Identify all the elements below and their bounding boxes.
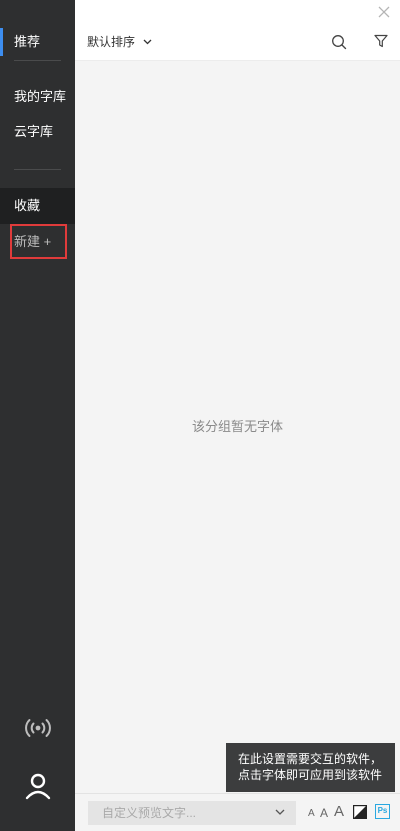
- filter-icon[interactable]: [374, 34, 388, 48]
- sort-dropdown[interactable]: 默认排序: [87, 32, 152, 52]
- new-group-button[interactable]: 新建 +: [12, 226, 65, 257]
- tooltip-line-1: 在此设置需要交互的软件，: [238, 752, 383, 766]
- sidebar-divider: [14, 60, 61, 61]
- photoshop-app-icon[interactable]: Ps: [375, 804, 390, 819]
- font-list-area: 该分组暂无字体: [75, 61, 400, 793]
- sidebar-item-cloud-fonts[interactable]: 云字库: [0, 114, 75, 150]
- font-size-small-button[interactable]: A: [308, 809, 315, 819]
- broadcast-icon[interactable]: [22, 712, 54, 744]
- chevron-down-icon: [143, 39, 152, 45]
- contrast-icon[interactable]: [353, 805, 368, 820]
- search-icon[interactable]: [331, 34, 347, 50]
- close-icon[interactable]: [377, 5, 391, 19]
- top-bar: 默认排序: [75, 0, 400, 61]
- bottom-bar: A A A Ps: [75, 793, 400, 831]
- sidebar-divider: [14, 169, 61, 170]
- sidebar: 推荐 我的字库 云字库 收藏 新建 +: [0, 0, 75, 831]
- new-group-highlight: 新建 +: [10, 224, 67, 259]
- font-size-medium-button[interactable]: A: [320, 807, 328, 819]
- software-tooltip: 在此设置需要交互的软件， 点击字体即可应用到该软件: [226, 743, 395, 792]
- sort-label: 默认排序: [87, 35, 136, 49]
- tooltip-line-2: 点击字体即可应用到该软件: [238, 768, 383, 782]
- preview-text-input[interactable]: [88, 801, 296, 825]
- font-size-large-button[interactable]: A: [334, 804, 344, 819]
- user-icon[interactable]: [22, 770, 54, 802]
- sidebar-item-favorites[interactable]: 收藏: [0, 188, 75, 224]
- empty-state-text: 该分组暂无字体: [191, 419, 283, 434]
- sidebar-item-recommend[interactable]: 推荐: [0, 24, 75, 60]
- chevron-down-icon[interactable]: [274, 806, 286, 818]
- sidebar-item-my-fonts[interactable]: 我的字库: [0, 79, 75, 115]
